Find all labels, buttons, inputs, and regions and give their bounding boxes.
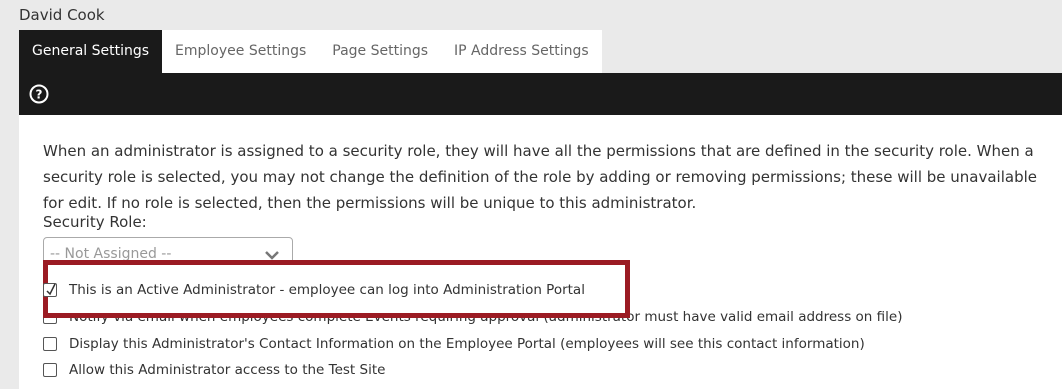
toolbar: ?	[19, 73, 1062, 115]
test-site-access-label: Allow this Administrator access to the T…	[69, 362, 386, 378]
display-contact-checkbox[interactable]	[43, 337, 57, 351]
question-circle-icon[interactable]: ?	[29, 84, 49, 104]
security-role-value: -- Not Assigned --	[50, 246, 172, 262]
tab-employee-settings[interactable]: Employee Settings	[162, 30, 319, 73]
test-site-access-option[interactable]: Allow this Administrator access to the T…	[43, 360, 385, 380]
active-administrator-checkbox[interactable]	[43, 283, 57, 297]
user-name: David Cook	[19, 6, 105, 24]
notify-email-label: Notify via email when employees complete…	[69, 309, 903, 325]
tab-page-settings[interactable]: Page Settings	[319, 30, 441, 73]
tab-ip-address-settings[interactable]: IP Address Settings	[441, 30, 602, 73]
notify-email-option[interactable]: Notify via email when employees complete…	[43, 307, 902, 327]
tab-general-settings[interactable]: General Settings	[19, 30, 163, 73]
notify-email-checkbox[interactable]	[43, 310, 57, 324]
security-role-select[interactable]: -- Not Assigned --	[43, 237, 293, 271]
test-site-access-checkbox[interactable]	[43, 363, 57, 377]
settings-tabs: General Settings Employee Settings Page …	[19, 30, 602, 73]
display-contact-label: Display this Administrator's Contact Inf…	[69, 336, 865, 352]
role-description: When an administrator is assigned to a s…	[43, 142, 1037, 212]
active-administrator-label: This is an Active Administrator - employ…	[69, 282, 585, 298]
display-contact-option[interactable]: Display this Administrator's Contact Inf…	[43, 334, 865, 354]
security-role-label: Security Role:	[43, 213, 147, 231]
active-administrator-option[interactable]: This is an Active Administrator - employ…	[43, 280, 585, 300]
checkmark-icon	[46, 283, 56, 296]
general-settings-panel: When an administrator is assigned to a s…	[19, 115, 1062, 389]
svg-text:?: ?	[36, 88, 43, 102]
chevron-down-icon	[265, 251, 279, 260]
